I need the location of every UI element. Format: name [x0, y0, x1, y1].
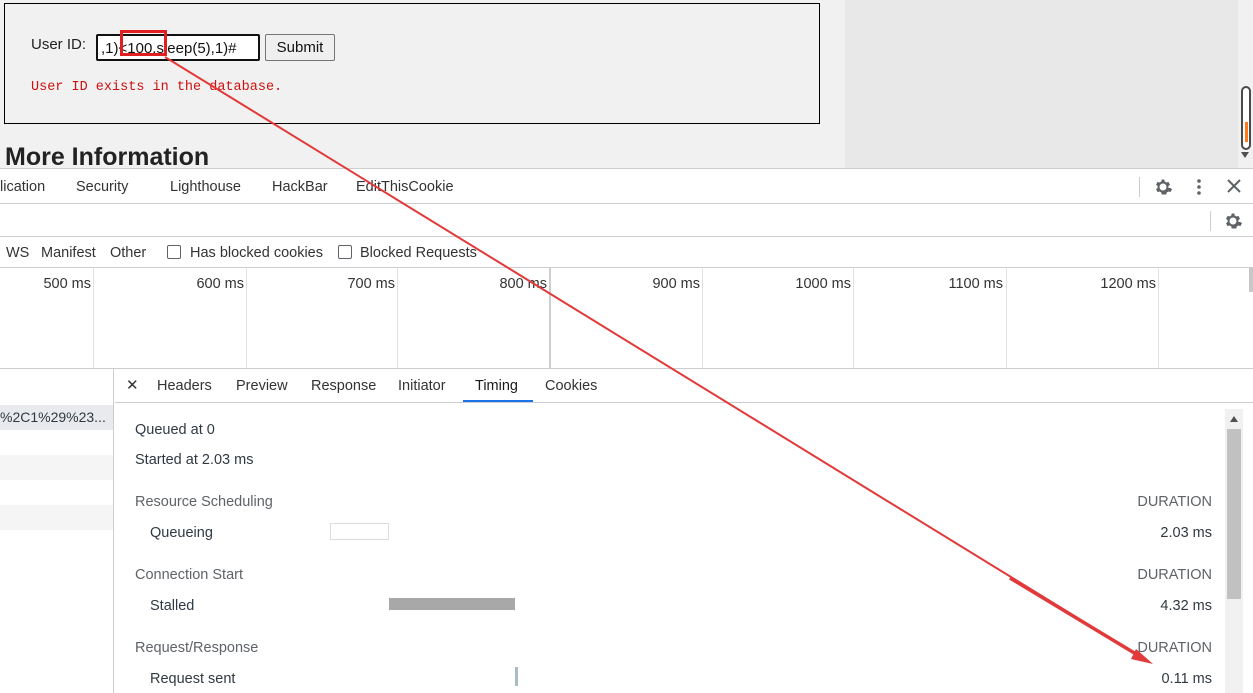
stalled-bar — [389, 598, 515, 610]
queued-at-text: Queued at 0 — [135, 422, 215, 438]
tab-initiator[interactable]: Initiator — [398, 378, 446, 394]
close-icon[interactable] — [1226, 178, 1242, 197]
duration-header: DURATION — [1137, 640, 1212, 656]
close-detail-icon[interactable]: ✕ — [126, 376, 139, 394]
overview-scrollbar[interactable] — [1249, 268, 1253, 292]
tab-editthiscookie[interactable]: EditThisCookie — [356, 179, 454, 195]
has-blocked-cookies-checkbox[interactable] — [167, 245, 181, 259]
overview-gridline — [93, 268, 94, 368]
overview-gridline — [1006, 268, 1007, 368]
detail-scrollbar-thumb[interactable] — [1227, 429, 1241, 599]
network-filterbar: WS Manifest Other Has blocked cookies Bl… — [0, 237, 1253, 268]
network-toolbar — [0, 204, 1253, 237]
devtools-panel: lication Security Lighthouse HackBar Edi… — [0, 168, 1253, 693]
blocked-requests-checkbox[interactable] — [338, 245, 352, 259]
scroll-down-icon[interactable] — [1241, 152, 1249, 158]
tab-cookies[interactable]: Cookies — [545, 378, 597, 394]
more-information-heading: More Information — [5, 143, 210, 168]
filter-other[interactable]: Other — [110, 245, 146, 261]
request-row[interactable] — [0, 480, 113, 505]
page-viewport: User ID: ,1)<100,sleep(5),1)# Submit Use… — [0, 0, 1253, 168]
devtools-tabbar: lication Security Lighthouse HackBar Edi… — [0, 169, 1253, 204]
tab-response[interactable]: Response — [311, 378, 376, 394]
tab-hackbar[interactable]: HackBar — [272, 179, 328, 195]
overview-tick: 800 ms — [499, 276, 547, 292]
section-title: Connection Start — [135, 567, 244, 583]
submit-button[interactable]: Submit — [265, 34, 335, 61]
user-id-form: User ID: ,1)<100,sleep(5),1)# Submit Use… — [4, 3, 820, 124]
request-list: %2C1%29%23... — [0, 369, 114, 693]
request-row[interactable] — [0, 455, 113, 480]
started-at-text: Started at 2.03 ms — [135, 452, 254, 468]
tab-preview[interactable]: Preview — [236, 378, 288, 394]
phase-label: Queueing — [150, 525, 213, 541]
section-title: Request/Response — [135, 640, 259, 656]
phase-label: Stalled — [150, 598, 195, 614]
request-sent-bar — [515, 667, 518, 686]
overview-tick: 1200 ms — [1100, 276, 1156, 292]
tab-security[interactable]: Security — [76, 179, 128, 195]
overview-gridline — [853, 268, 854, 368]
page-right-pane — [845, 0, 1238, 168]
tab-lighthouse[interactable]: Lighthouse — [170, 179, 241, 195]
timeline-overview[interactable]: 500 ms 600 ms 700 ms 800 ms 900 ms 1000 … — [0, 268, 1253, 369]
request-row-selected[interactable]: %2C1%29%23... — [0, 405, 113, 430]
phase-value: 2.03 ms — [1160, 525, 1212, 541]
tab-headers[interactable]: Headers — [157, 378, 212, 394]
has-blocked-cookies-label: Has blocked cookies — [190, 245, 323, 261]
duration-header: DURATION — [1137, 567, 1212, 583]
overview-cursor-marker — [549, 268, 551, 368]
toolbar-divider — [1210, 211, 1211, 231]
user-id-label: User ID: — [31, 36, 87, 53]
overview-tick: 600 ms — [196, 276, 244, 292]
detail-tabbar: ✕ Headers Preview Response Initiator Tim… — [115, 369, 1253, 403]
network-settings-icon[interactable] — [1223, 211, 1243, 234]
scroll-up-icon[interactable] — [1230, 416, 1238, 422]
request-detail-pane: ✕ Headers Preview Response Initiator Tim… — [115, 369, 1253, 693]
phase-value: 4.32 ms — [1160, 598, 1212, 614]
detail-scrollbar[interactable] — [1225, 409, 1243, 693]
page-scrollbar-thumb[interactable] — [1241, 86, 1251, 150]
tab-application[interactable]: lication — [0, 179, 45, 195]
filter-manifest[interactable]: Manifest — [41, 245, 96, 261]
overview-tick: 1100 ms — [948, 276, 1003, 292]
kebab-menu-icon[interactable] — [1193, 178, 1205, 199]
annotation-highlight-box — [120, 30, 167, 56]
overview-gridline — [397, 268, 398, 368]
overview-tick: 700 ms — [347, 276, 395, 292]
overview-tick: 1000 ms — [795, 276, 851, 292]
overview-gridline — [702, 268, 703, 368]
tab-timing[interactable]: Timing — [475, 378, 518, 394]
phase-label: Request sent — [150, 671, 236, 687]
overview-tick: 900 ms — [652, 276, 700, 292]
page-scrollbar[interactable] — [1238, 0, 1253, 168]
request-row[interactable] — [0, 505, 113, 530]
overview-tick: 500 ms — [43, 276, 91, 292]
filter-ws[interactable]: WS — [6, 245, 29, 261]
phase-value: 0.11 ms — [1161, 671, 1212, 687]
tabbar-divider — [1139, 177, 1140, 197]
section-title: Resource Scheduling — [135, 494, 273, 510]
blocked-requests-label: Blocked Requests — [360, 245, 477, 261]
overview-gridline — [1158, 268, 1159, 368]
gear-icon[interactable] — [1153, 177, 1173, 200]
duration-header: DURATION — [1137, 494, 1212, 510]
queueing-bar — [330, 523, 389, 540]
active-tab-underline — [463, 400, 533, 402]
overview-gridline — [246, 268, 247, 368]
result-message: User ID exists in the database. — [31, 80, 283, 95]
